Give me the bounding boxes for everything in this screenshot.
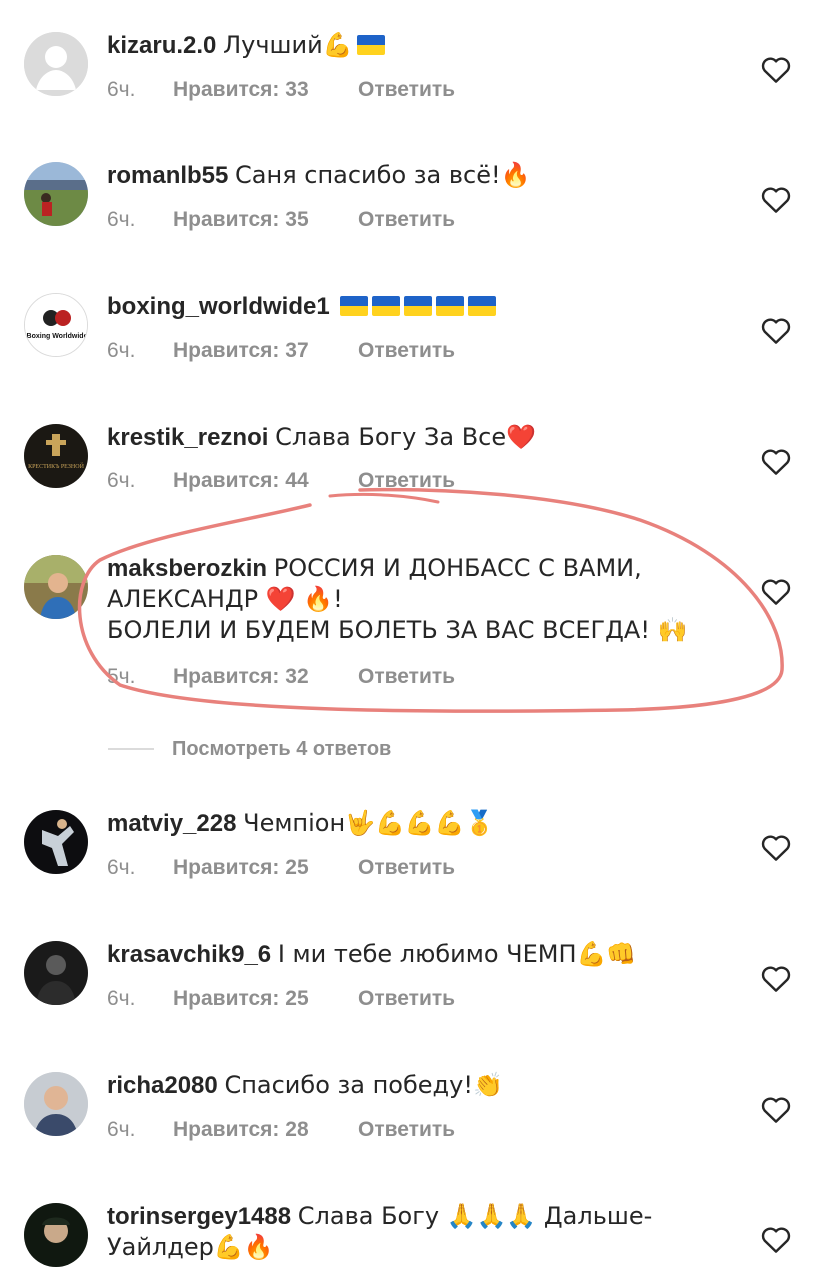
comment-likes[interactable]: Нравится: 25 [173, 987, 358, 1011]
comment-body: Саня спасибо за всё!🔥 [235, 161, 531, 189]
comment-username[interactable]: krestik_reznoi [107, 424, 268, 451]
avatar[interactable] [24, 941, 88, 1005]
comment-likes[interactable]: Нравится: 33 [173, 78, 358, 102]
heart-outline-icon[interactable] [760, 315, 792, 345]
comment-likes[interactable]: Нравится: 35 [173, 208, 358, 232]
comment-username[interactable]: richa2080 [107, 1072, 218, 1099]
comment-time: 6ч. [107, 469, 136, 492]
comment-meta: 6ч. Нравится: 37 Ответить [107, 339, 455, 363]
reply-button[interactable]: Ответить [358, 1118, 455, 1142]
comment-text: krestik_reznoi Слава Богу За Все❤️ [107, 422, 707, 453]
avatar[interactable] [24, 555, 88, 619]
comment-likes[interactable]: Нравится: 25 [173, 856, 358, 880]
comment-time: 6ч. [107, 78, 136, 101]
comment-likes[interactable]: Нравится: 28 [173, 1118, 358, 1142]
comment-meta: 6ч. Нравится: 44 Ответить [107, 469, 455, 493]
comment-meta: 6ч. Нравится: 28 Ответить [107, 1118, 455, 1142]
ukraine-flag-icon [340, 296, 369, 316]
comment-time: 6ч. [107, 1118, 136, 1141]
avatar[interactable] [24, 1203, 88, 1267]
avatar[interactable] [24, 1072, 88, 1136]
reply-button[interactable]: Ответить [358, 987, 455, 1011]
comment-username[interactable]: kizaru.2.0 [107, 32, 216, 59]
heart-outline-icon[interactable] [760, 832, 792, 862]
ukraine-flag-icon [436, 296, 465, 316]
comment-body: Спасибо за победу!👏 [224, 1071, 503, 1099]
reply-button[interactable]: Ответить [358, 665, 455, 689]
comment-body: І ми тебе любимо ЧЕМП💪👊 [277, 940, 637, 968]
comment-body: Лучший💪 [223, 31, 353, 59]
comment-meta: 6ч. Нравится: 35 Ответить [107, 208, 455, 232]
comment-username[interactable]: maksberozkin [107, 555, 267, 582]
comment-text: romanlb55 Саня спасибо за всё!🔥 [107, 160, 707, 191]
comment-text: boxing_worldwide1 [107, 291, 707, 322]
avatar[interactable] [24, 810, 88, 874]
reply-button[interactable]: Ответить [358, 208, 455, 232]
avatar-logo-text: КРЕСТИКЪ РЕЗНОЙ [28, 462, 84, 470]
comment-username[interactable]: romanlb55 [107, 162, 228, 189]
comment-text: matviy_228 Чемпіон🤟💪💪💪🥇 [107, 808, 707, 839]
comment-username[interactable]: krasavchik9_6 [107, 941, 271, 968]
heart-outline-icon[interactable] [760, 54, 792, 84]
reply-button[interactable]: Ответить [358, 78, 455, 102]
comment-time: 6ч. [107, 987, 136, 1010]
comment-body: Чемпіон🤟💪💪💪🥇 [243, 809, 495, 837]
comment-username[interactable]: matviy_228 [107, 810, 236, 837]
avatar[interactable] [24, 32, 88, 96]
comment-username[interactable]: torinsergey1488 [107, 1203, 291, 1230]
heart-outline-icon[interactable] [760, 184, 792, 214]
heart-outline-icon[interactable] [760, 576, 792, 606]
comment-meta: 5ч. Нравится: 32 Ответить [107, 665, 455, 689]
reply-button[interactable]: Ответить [358, 856, 455, 880]
replies-divider [108, 748, 154, 750]
ukraine-flag-icon [468, 296, 497, 316]
heart-outline-icon[interactable] [760, 963, 792, 993]
comment-text: kizaru.2.0 Лучший💪 [107, 30, 707, 61]
comment-text: krasavchik9_6 І ми тебе любимо ЧЕМП💪👊 [107, 939, 707, 970]
avatar[interactable] [24, 162, 88, 226]
comment-text: torinsergey1488 Слава Богу 🙏🙏🙏 Дальше-Уа… [107, 1201, 707, 1263]
comment-meta: 6ч. Нравится: 33 Ответить [107, 78, 455, 102]
comment-text: maksberozkin РОССИЯ И ДОНБАСС С ВАМИ, АЛ… [107, 553, 707, 646]
comment-time: 6ч. [107, 208, 136, 231]
comment-meta: 6ч. Нравится: 25 Ответить [107, 987, 455, 1011]
comment-time: 6ч. [107, 856, 136, 879]
ukraine-flag-icon [356, 35, 385, 55]
reply-button[interactable]: Ответить [358, 339, 455, 363]
comment-time: 5ч. [107, 665, 136, 688]
comment-likes[interactable]: Нравится: 32 [173, 665, 358, 689]
comment-username[interactable]: boxing_worldwide1 [107, 293, 330, 320]
reply-button[interactable]: Ответить [358, 469, 455, 493]
ukraine-flag-icon [372, 296, 401, 316]
view-replies-label: Посмотреть 4 ответов [172, 737, 392, 760]
heart-outline-icon[interactable] [760, 1224, 792, 1254]
comment-likes[interactable]: Нравится: 44 [173, 469, 358, 493]
comment-body: Слава Богу За Все❤️ [275, 423, 536, 451]
avatar-logo-text: Boxing Worldwide [27, 333, 88, 340]
heart-outline-icon[interactable] [760, 446, 792, 476]
avatar[interactable]: Boxing Worldwide [24, 293, 88, 357]
ukraine-flag-icon [404, 296, 433, 316]
avatar[interactable]: КРЕСТИКЪ РЕЗНОЙ [24, 424, 88, 488]
view-replies-button[interactable]: Посмотреть 4 ответов [108, 736, 391, 762]
comment-text: richa2080 Спасибо за победу!👏 [107, 1070, 707, 1101]
comment-meta: 6ч. Нравится: 25 Ответить [107, 856, 455, 880]
comment-likes[interactable]: Нравится: 37 [173, 339, 358, 363]
comment-time: 6ч. [107, 339, 136, 362]
heart-outline-icon[interactable] [760, 1094, 792, 1124]
